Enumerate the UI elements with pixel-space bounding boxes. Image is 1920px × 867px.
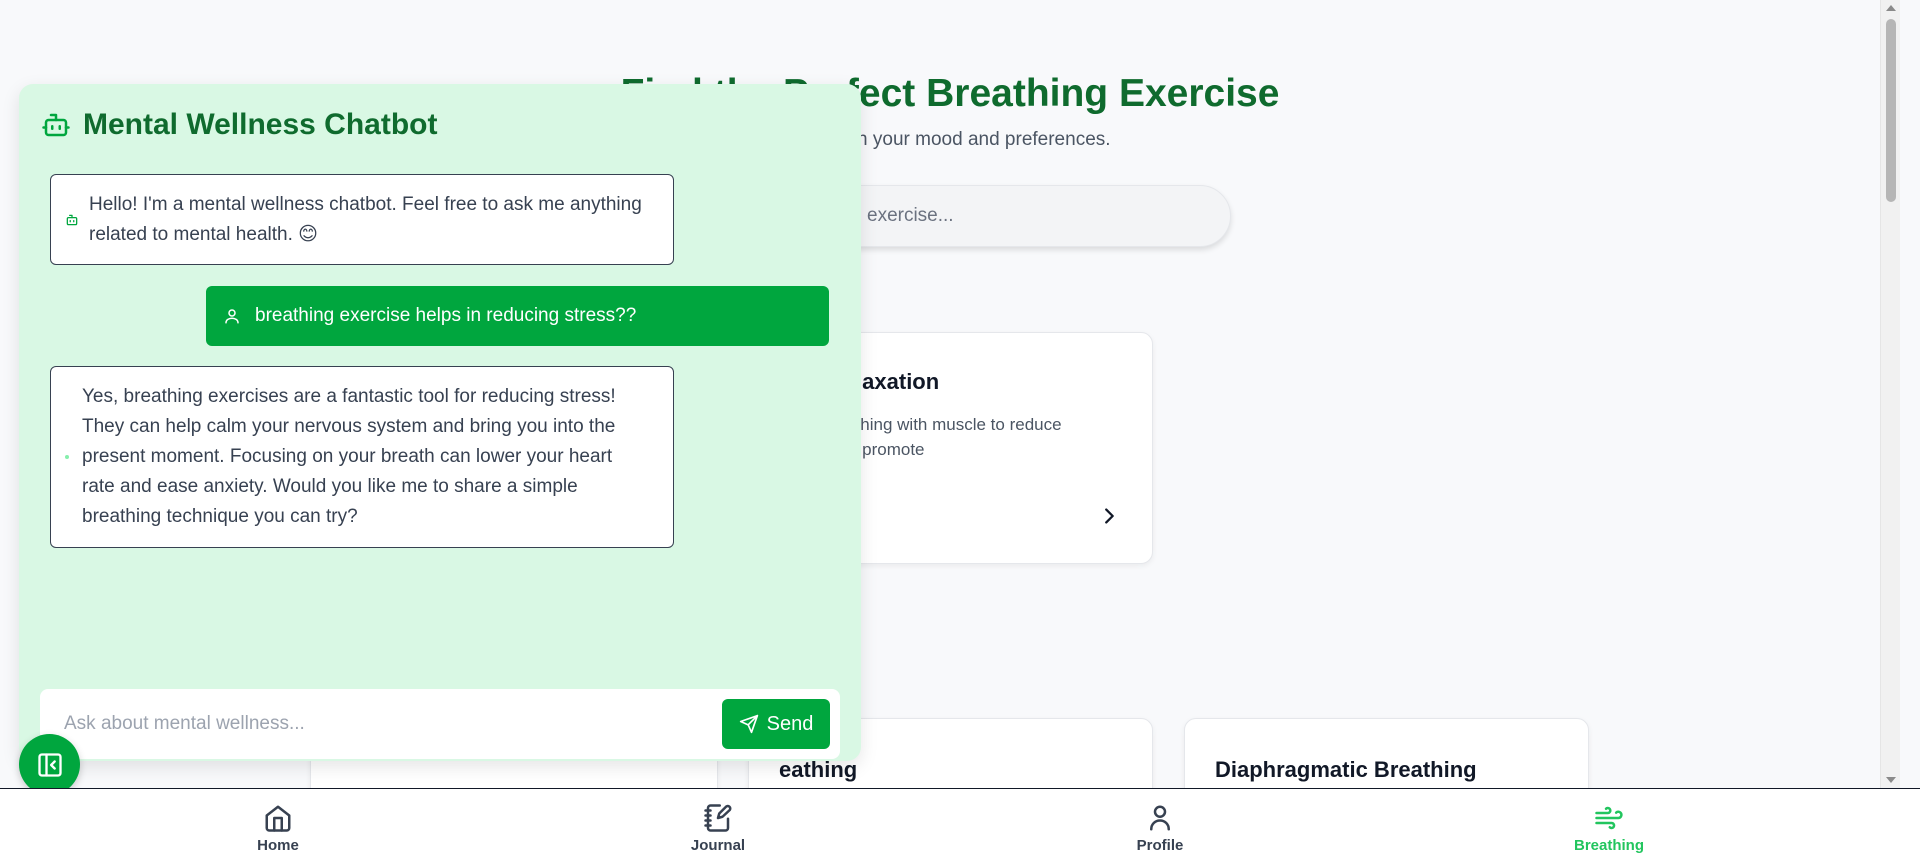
- chatbot-header: Mental Wellness Chatbot: [41, 108, 438, 142]
- chatbot-title: Mental Wellness Chatbot: [83, 108, 438, 141]
- bot-message-text: Hello! I'm a mental wellness chatbot. Fe…: [89, 193, 642, 245]
- nav-item-profile[interactable]: Profile: [1100, 803, 1220, 854]
- bot-message-text: Yes, breathing exercises are a fantastic…: [82, 386, 616, 527]
- chatbot-toggle-button[interactable]: [19, 734, 80, 795]
- bot-icon: [42, 113, 70, 137]
- nav-label: Home: [257, 837, 299, 854]
- chatbot-panel: Mental Wellness Chatbot Hello! I'm a men…: [19, 84, 861, 761]
- bottom-navigation: Home Journal Profile Breathing: [0, 788, 1920, 867]
- exercise-search-input[interactable]: [867, 205, 1230, 227]
- nav-label: Breathing: [1573, 837, 1644, 854]
- exercise-card-title: Diaphragmatic Breathing: [1215, 757, 1477, 782]
- send-button[interactable]: Send: [722, 699, 830, 749]
- home-icon: [265, 805, 291, 832]
- panel-collapse-icon: [37, 752, 62, 777]
- user-message-text: breathing exercise helps in reducing str…: [255, 305, 637, 326]
- journal-icon: [704, 804, 732, 832]
- scroll-up-arrow-icon[interactable]: [1886, 5, 1896, 11]
- user-icon: [1150, 805, 1170, 831]
- user-icon: [225, 309, 239, 324]
- bot-icon: [66, 214, 78, 225]
- nav-label: Journal: [690, 837, 746, 854]
- nav-item-breathing[interactable]: Breathing: [1549, 803, 1669, 854]
- bot-message: Hello! I'm a mental wellness chatbot. Fe…: [50, 174, 674, 265]
- send-icon: [739, 714, 758, 734]
- wind-icon: [1595, 806, 1623, 830]
- bot-dot-icon: [65, 455, 69, 459]
- nav-item-home[interactable]: Home: [218, 803, 338, 854]
- chevron-right-icon[interactable]: [1098, 505, 1120, 527]
- bot-message: Yes, breathing exercises are a fantastic…: [50, 366, 674, 548]
- nav-item-journal[interactable]: Journal: [658, 803, 778, 854]
- user-message: breathing exercise helps in reducing str…: [206, 286, 829, 346]
- scroll-down-arrow-icon[interactable]: [1886, 777, 1896, 783]
- exercise-card-diaphragmatic[interactable]: Diaphragmatic Breathing: [1184, 718, 1589, 788]
- nav-label: Profile: [1136, 837, 1184, 854]
- send-button-label: Send: [766, 712, 814, 735]
- chat-input-bar: Send: [40, 689, 840, 759]
- scrollbar-thumb[interactable]: [1886, 19, 1896, 202]
- page-scrollbar[interactable]: [1880, 0, 1900, 788]
